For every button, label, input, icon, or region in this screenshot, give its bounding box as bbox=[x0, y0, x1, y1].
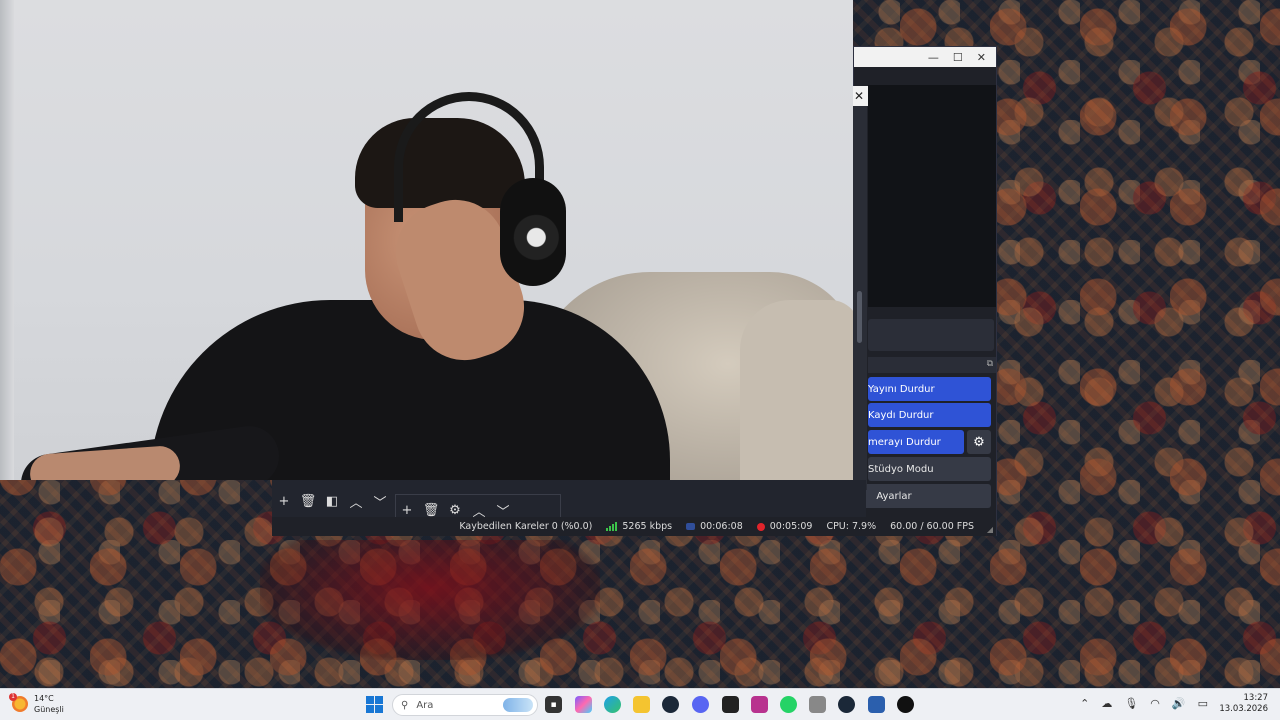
dropped-frames: Kaybedilen Kareler 0 (%0.0) bbox=[459, 521, 593, 532]
signal-bars-icon bbox=[606, 522, 618, 531]
discord-icon[interactable] bbox=[692, 696, 709, 713]
add-icon[interactable]: + bbox=[400, 503, 414, 518]
stop-stream-label: Yayını Durdur bbox=[868, 383, 935, 395]
clock-date: 13.03.2026 bbox=[1219, 704, 1268, 714]
wall-shadow bbox=[0, 0, 14, 480]
person-hand bbox=[28, 444, 182, 480]
resize-grip-icon[interactable]: ◢ bbox=[987, 525, 993, 534]
bitrate-value: 5265 kbps bbox=[622, 521, 673, 532]
controls-dock-header: ⧉ bbox=[868, 357, 996, 373]
volume-icon[interactable]: 🔊 bbox=[1172, 697, 1186, 710]
trash-icon[interactable]: 🗑 bbox=[423, 503, 440, 518]
taskbar: 1 14°C Güneşli ⚲ Ara ▪ ⌃ ☁ 🎙 ◠ 🔊 ▭ 13:27… bbox=[0, 688, 1280, 720]
weather-temp: 14°C bbox=[34, 694, 54, 703]
weather-widget[interactable]: 1 14°C Güneşli bbox=[9, 693, 64, 715]
sources-toolbar: + 🗑 ⚙ ︿ ﹀ bbox=[400, 503, 510, 520]
notification-badge: 1 bbox=[9, 693, 17, 701]
studio-mode-button[interactable]: Stüdyo Modu bbox=[868, 457, 991, 481]
dialog-scrollbar[interactable] bbox=[853, 106, 867, 490]
status-bar: Kaybedilen Kareler 0 (%0.0) 5265 kbps 00… bbox=[272, 517, 996, 536]
stop-camera-label: merayı Durdur bbox=[868, 436, 941, 448]
stream-time: 00:06:08 bbox=[700, 521, 743, 532]
microphone-icon[interactable]: 🎙 bbox=[1124, 697, 1138, 710]
weather-desc: Güneşli bbox=[34, 705, 64, 714]
start-button[interactable] bbox=[366, 696, 383, 713]
epic-games-icon[interactable] bbox=[722, 696, 739, 713]
wallpaper-pattern bbox=[260, 540, 600, 660]
search-placeholder: Ara bbox=[416, 699, 434, 711]
window-titlebar: — ☐ ✕ bbox=[854, 47, 996, 67]
steam-icon[interactable] bbox=[662, 696, 679, 713]
maximize-icon[interactable]: ☐ bbox=[953, 51, 963, 64]
gear-icon: ⚙ bbox=[973, 434, 985, 450]
sun-icon: 1 bbox=[9, 693, 28, 712]
cpu-usage: CPU: 7.9% bbox=[826, 521, 877, 532]
float-dock-icon[interactable]: ⧉ bbox=[987, 359, 993, 369]
scenes-toolbar: + 🗑 ◧ ︿ ﹀ bbox=[277, 494, 387, 511]
taskbar-search[interactable]: ⚲ Ara bbox=[392, 694, 538, 716]
file-explorer-icon[interactable] bbox=[633, 696, 650, 713]
app-window-icon[interactable] bbox=[809, 696, 826, 713]
fps-readout: 60.00 / 60.00 FPS bbox=[890, 521, 974, 532]
webcam-window[interactable] bbox=[0, 0, 853, 480]
settings-label: Ayarlar bbox=[876, 490, 912, 502]
wifi-icon[interactable]: ◠ bbox=[1150, 697, 1160, 710]
app-launcher-icon[interactable] bbox=[868, 696, 885, 713]
stop-record-button[interactable]: Kaydı Durdur bbox=[868, 403, 991, 427]
gear-icon[interactable]: ⚙ bbox=[448, 503, 462, 518]
whatsapp-icon[interactable] bbox=[780, 696, 797, 713]
minimize-icon[interactable]: — bbox=[928, 51, 939, 64]
app-icon[interactable] bbox=[751, 696, 768, 713]
preview-canvas bbox=[868, 85, 996, 307]
record-time: 00:05:09 bbox=[769, 521, 813, 532]
record-time-indicator: 00:05:09 bbox=[756, 521, 813, 532]
stream-icon bbox=[686, 523, 696, 530]
studio-mode-label: Stüdyo Modu bbox=[868, 463, 934, 475]
stop-stream-button[interactable]: Yayını Durdur bbox=[868, 377, 991, 401]
stop-record-label: Kaydı Durdur bbox=[868, 409, 934, 421]
close-icon[interactable]: ✕ bbox=[977, 51, 986, 64]
chevron-down-icon[interactable]: ﹀ bbox=[373, 494, 387, 511]
chevron-up-icon[interactable]: ︿ bbox=[349, 494, 363, 511]
bitrate-indicator: 5265 kbps bbox=[606, 521, 672, 532]
filter-icon[interactable]: ◧ bbox=[325, 494, 339, 509]
record-dot-icon bbox=[756, 522, 765, 531]
trash-icon[interactable]: 🗑 bbox=[300, 494, 317, 509]
audio-mixer-bar bbox=[868, 319, 994, 351]
clock[interactable]: 13:27 13.03.2026 bbox=[1219, 693, 1268, 715]
obs-icon[interactable] bbox=[897, 696, 914, 713]
system-tray: ⌃ ☁ 🎙 ◠ 🔊 ▭ bbox=[1080, 697, 1208, 710]
armchair-arm bbox=[740, 300, 853, 480]
copilot-icon[interactable] bbox=[575, 696, 592, 713]
clock-time: 13:27 bbox=[1243, 693, 1269, 703]
task-view-icon[interactable]: ▪ bbox=[545, 696, 562, 713]
chevron-up-icon[interactable]: ︿ bbox=[472, 503, 486, 520]
search-highlight-icon bbox=[503, 698, 533, 712]
search-icon: ⚲ bbox=[401, 699, 409, 711]
steam-icon-2[interactable] bbox=[838, 696, 855, 713]
edge-icon[interactable] bbox=[604, 696, 621, 713]
scrollbar-thumb[interactable] bbox=[857, 291, 862, 343]
virtual-camera-settings-button[interactable]: ⚙ bbox=[967, 430, 991, 454]
chevron-down-icon[interactable]: ﹀ bbox=[496, 503, 510, 520]
cloud-icon[interactable]: ☁ bbox=[1101, 697, 1112, 710]
stream-time-indicator: 00:06:08 bbox=[686, 521, 743, 532]
headphones-earcup bbox=[500, 178, 566, 286]
stop-virtual-camera-button[interactable]: merayı Durdur bbox=[868, 430, 964, 454]
add-icon[interactable]: + bbox=[277, 494, 291, 509]
chevron-up-icon[interactable]: ⌃ bbox=[1080, 697, 1089, 710]
battery-icon[interactable]: ▭ bbox=[1198, 697, 1208, 710]
